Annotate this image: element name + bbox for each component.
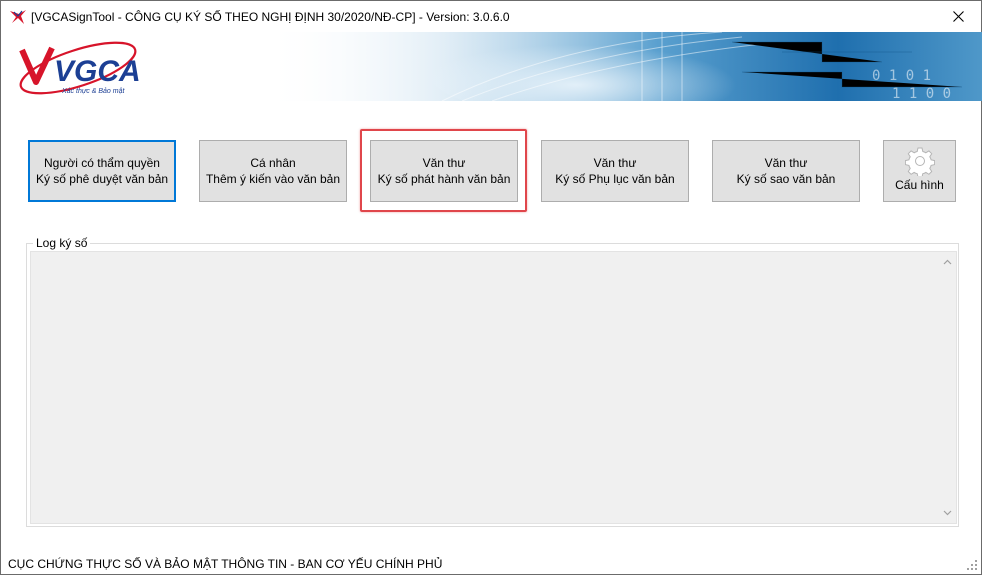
svg-text:0 1 0 1: 0 1 0 1 (872, 68, 931, 84)
gear-icon (905, 147, 935, 176)
window-title: [VGCASignTool - CÔNG CỤ KÝ SỐ THEO NGHỊ … (31, 10, 510, 24)
logo-text: VGCA (54, 55, 141, 88)
app-window: [VGCASignTool - CÔNG CỤ KÝ SỐ THEO NGHỊ … (0, 0, 982, 575)
log-textarea[interactable] (30, 251, 957, 524)
button-line2: Ký số sao văn bản (736, 172, 836, 186)
clerk-copy-sign-button[interactable]: Văn thư Ký số sao văn bản (712, 140, 860, 202)
close-icon (952, 11, 964, 22)
banner-background-image: 0 1 0 1 1 1 0 0 (262, 32, 982, 101)
vgca-sign-icon (10, 10, 26, 24)
button-line2: Ký số Phụ lục văn bản (555, 172, 675, 186)
button-line1: Người có thẩm quyền (44, 156, 160, 170)
logo-tagline: Xác thực & Bảo mật (61, 87, 125, 95)
button-line1: Cá nhân (250, 156, 296, 170)
close-button[interactable] (935, 1, 981, 32)
scroll-down-icon[interactable] (942, 507, 953, 518)
button-line1: Văn thư (764, 156, 808, 170)
button-line2: Ký số phê duyệt văn bản (35, 172, 169, 186)
clerk-issue-sign-button[interactable]: Văn thư Ký số phát hành văn bản (370, 140, 518, 202)
config-button[interactable]: Cấu hình (883, 140, 956, 202)
log-scrollbar[interactable] (939, 252, 956, 523)
button-line1: Văn thư (593, 156, 637, 170)
button-line1: Văn thư (422, 156, 466, 170)
scroll-up-icon[interactable] (942, 257, 953, 268)
svg-text:1 1 0 0: 1 1 0 0 (892, 86, 951, 101)
clerk-appendix-sign-button[interactable]: Văn thư Ký số Phụ lục văn bản (541, 140, 689, 202)
title-bar[interactable]: [VGCASignTool - CÔNG CỤ KÝ SỐ THEO NGHỊ … (1, 1, 981, 32)
vgca-logo: VGCA Xác thực & Bảo mật (19, 41, 141, 95)
status-bar-text: CỤC CHỨNG THỰC SỐ VÀ BẢO MẬT THÔNG TIN -… (8, 557, 443, 571)
button-line2: Thêm ý kiến vào văn bản (205, 172, 341, 186)
log-label: Log ký số (33, 236, 91, 250)
config-label: Cấu hình (895, 178, 944, 192)
resize-grip-icon[interactable] (966, 559, 978, 571)
approver-sign-button[interactable]: Người có thẩm quyền Ký số phê duyệt văn … (28, 140, 176, 202)
personal-comment-button[interactable]: Cá nhân Thêm ý kiến vào văn bản (199, 140, 347, 202)
button-line2: Ký số phát hành văn bản (377, 172, 511, 186)
header-banner: 0 1 0 1 1 1 0 0 VGCA Xác thực & Bảo mật (2, 32, 982, 101)
